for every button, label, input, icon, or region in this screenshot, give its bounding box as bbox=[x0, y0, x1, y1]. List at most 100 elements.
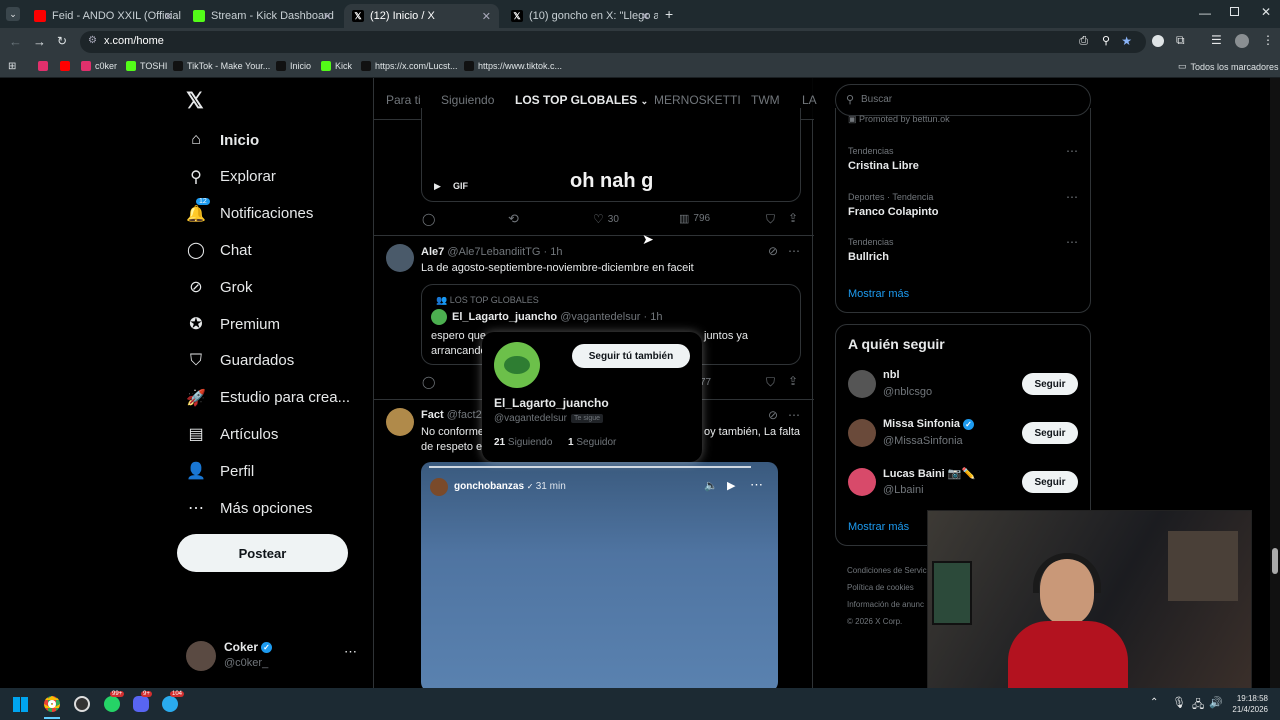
url-input[interactable]: ⚙ x.com/home ⎙ ⚲ ★ bbox=[80, 31, 1146, 53]
more-icon[interactable]: ⋯ bbox=[1066, 235, 1078, 249]
followers-stat[interactable]: 1 Seguidor bbox=[568, 437, 616, 448]
grok-icon[interactable]: ⊘ bbox=[768, 408, 778, 422]
x-logo-icon[interactable]: 𝕏 bbox=[186, 88, 204, 114]
author-handle[interactable]: @Ale7LebandiitTG · 1h bbox=[447, 246, 562, 258]
close-tab-icon[interactable]: ✕ bbox=[164, 10, 173, 23]
discord-icon[interactable] bbox=[133, 696, 149, 712]
minimize-icon[interactable]: — bbox=[1199, 6, 1211, 20]
avatar[interactable] bbox=[848, 370, 876, 398]
suggestion-handle[interactable]: @Lbaini bbox=[883, 484, 924, 496]
sidebar-item-1[interactable]: ⚲ Explorar bbox=[186, 167, 276, 187]
suggestion-name-row[interactable]: nbl bbox=[883, 369, 900, 381]
avatar[interactable] bbox=[848, 419, 876, 447]
follow-button[interactable]: Seguir bbox=[1022, 422, 1078, 444]
show-more-link[interactable]: Mostrar más bbox=[848, 521, 909, 533]
video-player[interactable]: gonchobanzas ✓ 31 min 🔈 ▶ ⋯ bbox=[421, 462, 778, 688]
sidebar-item-7[interactable]: 🚀 Estudio para crea... bbox=[186, 388, 350, 408]
more-icon[interactable]: ⋯ bbox=[1066, 144, 1078, 158]
bookmark-youtube[interactable] bbox=[60, 61, 74, 71]
sidebar-item-2[interactable]: 🔔 12 Notificaciones bbox=[186, 197, 313, 224]
close-tab-icon[interactable]: ✕ bbox=[482, 10, 491, 23]
browser-tab-4[interactable]: 𝕏 (10) goncho en X: "Llego a casa✕ bbox=[503, 4, 658, 28]
avatar[interactable] bbox=[848, 468, 876, 496]
repost-icon[interactable]: ⟲ bbox=[508, 211, 519, 227]
share-icon[interactable]: ⇪ bbox=[788, 211, 798, 225]
suggestion-name-row[interactable]: Missa Sinfonia ✓ bbox=[883, 418, 975, 430]
show-more-link[interactable]: Mostrar más bbox=[848, 288, 909, 300]
author-name[interactable]: Ale7 bbox=[421, 246, 444, 258]
tab-siguiendo[interactable]: Siguiendo bbox=[441, 93, 494, 107]
site-info-icon[interactable]: ⚙ bbox=[88, 35, 97, 46]
menu-icon[interactable]: ⋮ bbox=[1262, 33, 1274, 47]
bookmark-instagram[interactable] bbox=[38, 61, 52, 71]
sidebar-item-9[interactable]: 👤 Perfil bbox=[186, 461, 254, 481]
sidebar-item-10[interactable]: ⋯ Más opciones bbox=[186, 498, 313, 518]
browser-tab-3[interactable]: 𝕏 (12) Inicio / X ✕ bbox=[344, 4, 499, 28]
clock[interactable]: 19:18:58 21/4/2026 bbox=[1226, 693, 1268, 715]
bookmark-item[interactable]: Kick bbox=[321, 61, 352, 71]
author-name[interactable]: Fact bbox=[421, 409, 444, 421]
extension-icon[interactable] bbox=[1152, 35, 1164, 47]
sidebar-item-8[interactable]: ▤ Artículos bbox=[186, 424, 278, 444]
footer-link[interactable]: Condiciones de Servic bbox=[847, 562, 937, 579]
bookmark-item[interactable]: Inicio bbox=[276, 61, 311, 71]
gif-media[interactable]: ▶ GIF oh nah g bbox=[421, 108, 801, 202]
microphone-icon[interactable]: 🎙 bbox=[1172, 696, 1186, 709]
tab-para-ti[interactable]: Para ti bbox=[386, 93, 421, 107]
follow-button[interactable]: Seguir bbox=[1022, 373, 1078, 395]
bookmark-item[interactable]: TOSHI bbox=[126, 61, 167, 71]
browser-tab-2[interactable]: Stream - Kick Dashboard ✕ bbox=[185, 4, 340, 28]
network-icon[interactable]: 🖧 bbox=[1192, 696, 1204, 715]
sidebar-item-4[interactable]: ⊘ Grok bbox=[186, 277, 252, 297]
avatar[interactable] bbox=[1235, 34, 1249, 48]
sidebar-item-3[interactable]: ◯ Chat bbox=[186, 240, 252, 260]
star-icon[interactable]: ★ bbox=[1121, 34, 1132, 48]
telegram-icon[interactable] bbox=[162, 696, 178, 712]
maximize-icon[interactable] bbox=[1230, 7, 1239, 16]
close-tab-icon[interactable]: ✕ bbox=[641, 10, 650, 23]
obs-icon[interactable] bbox=[74, 696, 90, 712]
bookmark-item[interactable]: https://x.com/Lucst... bbox=[361, 61, 458, 71]
reply-icon[interactable]: ◯ bbox=[422, 375, 435, 389]
extensions-puzzle-icon[interactable]: ⧉ bbox=[1176, 33, 1185, 48]
bookmark-item[interactable]: c0ker bbox=[81, 61, 117, 71]
tab-mernosketti[interactable]: MERNOSKETTI bbox=[654, 93, 741, 107]
views-button[interactable]: ▥ 796 bbox=[679, 212, 710, 225]
page-scrollbar[interactable] bbox=[1270, 78, 1280, 688]
avatar[interactable] bbox=[386, 244, 414, 272]
chrome-icon[interactable] bbox=[44, 696, 60, 712]
share-icon[interactable]: ⇪ bbox=[788, 374, 798, 388]
bookmark-item[interactable]: https://www.tiktok.c... bbox=[464, 61, 562, 71]
sidebar-item-0[interactable]: ⌂ Inicio bbox=[186, 130, 259, 150]
following-stat[interactable]: 21 Siguiendo bbox=[494, 437, 552, 448]
tab-los-top-globales[interactable]: LOS TOP GLOBALES ⌄ bbox=[515, 93, 648, 107]
zoom-icon[interactable]: ⚲ bbox=[1102, 34, 1110, 47]
post-button[interactable]: Postear bbox=[177, 534, 348, 572]
close-window-icon[interactable]: ✕ bbox=[1261, 5, 1271, 19]
like-button[interactable]: ♡ 30 bbox=[593, 212, 619, 226]
browser-tab-1[interactable]: Feid - ANDO XXIL (Official Vide✕ bbox=[26, 4, 181, 28]
hover-name[interactable]: El_Lagarto_juancho bbox=[494, 396, 609, 410]
bookmark-icon[interactable]: ⛉ bbox=[766, 375, 775, 390]
sidebar-item-5[interactable]: ✪ Premium bbox=[186, 314, 280, 334]
more-icon[interactable]: ⋯ bbox=[788, 408, 800, 422]
suggestion-name-row[interactable]: Lucas Baini 📷✏️ bbox=[883, 467, 975, 480]
footer-link[interactable]: Información de anunc bbox=[847, 596, 937, 613]
tray-chevron-icon[interactable]: ⌃ bbox=[1150, 697, 1158, 708]
suggestion-handle[interactable]: @MissaSinfonia bbox=[883, 435, 963, 447]
follow-back-button[interactable]: Seguir tú también bbox=[572, 344, 690, 368]
play-icon[interactable]: ▶ bbox=[727, 479, 735, 492]
scrollbar-thumb[interactable] bbox=[1272, 548, 1278, 574]
close-tab-icon[interactable]: ✕ bbox=[323, 10, 332, 23]
bookmark-icon[interactable]: ⛉ bbox=[766, 212, 775, 227]
play-icon[interactable]: ▶ bbox=[434, 181, 441, 192]
back-icon[interactable]: ← bbox=[9, 34, 22, 49]
avatar[interactable] bbox=[494, 342, 540, 388]
bookmarks-folder[interactable]: ▭ Todos los marcadores bbox=[1178, 61, 1279, 72]
suggestion-handle[interactable]: @nblcsgo bbox=[883, 386, 932, 398]
tab-search-icon[interactable]: ☰ bbox=[1211, 33, 1222, 47]
grok-icon[interactable]: ⊘ bbox=[768, 244, 778, 258]
sidebar-item-6[interactable]: ⛉ Guardados bbox=[186, 351, 294, 371]
hover-handle[interactable]: @vagantedelsur bbox=[494, 413, 567, 424]
reply-icon[interactable]: ◯ bbox=[422, 212, 435, 226]
